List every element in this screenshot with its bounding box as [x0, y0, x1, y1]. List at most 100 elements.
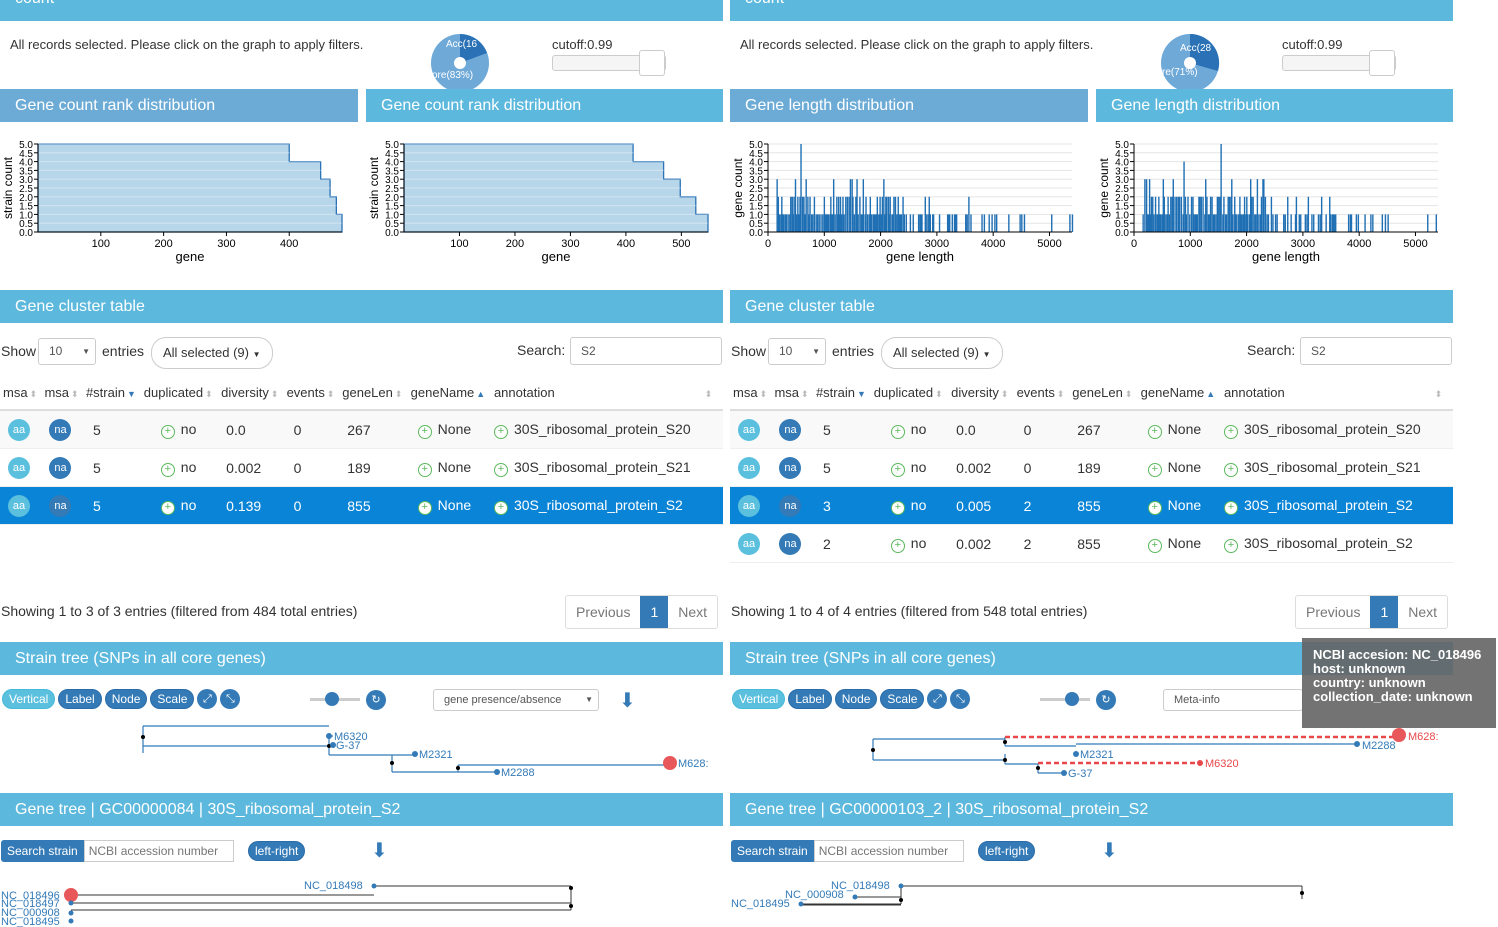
histogram-bar[interactable] — [1177, 196, 1180, 232]
histogram-bar[interactable] — [1220, 144, 1222, 232]
download-icon[interactable]: ⬇ — [1101, 838, 1118, 863]
zoom-handle[interactable] — [325, 692, 339, 706]
histogram-bar[interactable] — [1256, 179, 1259, 232]
histogram-bar[interactable] — [1295, 196, 1298, 232]
refresh-icon[interactable]: ↻ — [366, 690, 386, 710]
histogram-bar[interactable] — [1021, 214, 1023, 232]
node-button[interactable]: Node — [104, 689, 148, 709]
col-msa-na[interactable]: msa ⬍ — [41, 375, 83, 411]
expand-icon[interactable]: ⤢ — [927, 689, 948, 709]
histogram-bar[interactable] — [785, 214, 788, 232]
pie-chart[interactable]: Acc(16 ore(83%) — [430, 33, 490, 93]
histogram-bar[interactable] — [921, 214, 923, 232]
histogram-bar[interactable] — [938, 214, 941, 232]
previous-button[interactable]: Previous — [566, 596, 640, 628]
aa-msa-button[interactable]: aa — [8, 494, 30, 517]
cutoff-handle[interactable] — [1369, 50, 1395, 76]
plus-icon[interactable]: + — [1223, 500, 1238, 515]
table-row[interactable]: aa na 5 + no 0.002 0 189 + None +30S_ribosomal_pro… — [730, 448, 1453, 487]
previous-button[interactable]: Previous — [1296, 596, 1370, 628]
histogram-bar[interactable] — [1252, 196, 1254, 232]
histogram-bar[interactable] — [968, 196, 970, 232]
table-search-input[interactable] — [1300, 337, 1452, 365]
histogram-bar[interactable] — [909, 214, 912, 232]
histogram-bar[interactable] — [1152, 196, 1154, 232]
histogram-bar[interactable] — [846, 196, 849, 232]
histogram-bar[interactable] — [812, 214, 814, 232]
scale-button[interactable]: Scale — [150, 689, 195, 709]
histogram-bar[interactable] — [876, 196, 879, 232]
na-msa-button[interactable]: na — [779, 494, 802, 517]
na-msa-button[interactable]: na — [779, 418, 802, 441]
plus-icon[interactable]: + — [160, 462, 175, 477]
histogram-bar[interactable] — [1240, 214, 1242, 232]
histogram-bar[interactable] — [1183, 161, 1185, 232]
col-annotation[interactable]: annotation ⬍ — [490, 375, 723, 411]
table-row[interactable]: aa na 5 + no 0.0 0 267 + None +30S_ribosomal_prote… — [730, 410, 1453, 449]
col-diversity[interactable]: diversity ⬍ — [218, 375, 284, 411]
plus-icon[interactable]: + — [1147, 462, 1162, 477]
histogram-bar[interactable] — [1357, 214, 1360, 232]
na-msa-button[interactable]: na — [779, 456, 802, 479]
plus-icon[interactable]: + — [493, 424, 508, 439]
histogram-bar[interactable] — [1274, 214, 1277, 232]
aa-msa-button[interactable]: aa — [738, 418, 760, 441]
metadata-select[interactable]: gene presence/absence ▼ — [433, 689, 599, 711]
histogram-bar[interactable] — [1019, 214, 1021, 232]
download-icon[interactable]: ⬇ — [371, 838, 388, 863]
histogram-bar[interactable] — [1266, 214, 1268, 232]
tree-node[interactable] — [326, 733, 332, 739]
histogram-bar[interactable] — [815, 214, 817, 232]
pie-chart[interactable]: Acc(28 re(71%) — [1160, 33, 1220, 93]
label-button[interactable]: Label — [58, 689, 102, 709]
histogram-bar[interactable] — [1267, 214, 1270, 232]
gene-label[interactable]: NC_018495 — [731, 898, 790, 910]
ncbi-accession-input[interactable] — [813, 840, 964, 862]
histogram-bar[interactable] — [1236, 214, 1238, 232]
histogram-bar[interactable] — [920, 214, 922, 232]
strain-label[interactable]: M2321 — [419, 749, 453, 761]
gene-label[interactable]: NC_018495 — [1, 916, 60, 927]
histogram-bar[interactable] — [981, 214, 983, 232]
histogram-bar[interactable] — [807, 196, 809, 232]
histogram-bar[interactable] — [1209, 196, 1212, 232]
col-events[interactable]: events ⬍ — [283, 375, 340, 411]
histogram-bar[interactable] — [1307, 196, 1310, 232]
histogram-bar[interactable] — [1287, 196, 1289, 232]
histogram-bar[interactable] — [1247, 214, 1249, 232]
histogram-bar[interactable] — [1306, 214, 1308, 232]
col-duplicated[interactable]: duplicated ⬍ — [140, 375, 219, 411]
page-1-button[interactable]: 1 — [640, 596, 669, 628]
table-search-input[interactable] — [570, 337, 722, 365]
histogram-bar[interactable] — [1272, 214, 1274, 232]
histogram-bar[interactable] — [1228, 196, 1231, 232]
col-events[interactable]: events ⬍ — [1013, 375, 1070, 411]
plus-icon[interactable]: + — [493, 500, 508, 515]
gene-length-chart-1[interactable]: 0.00.51.01.52.02.53.03.54.04.55.00 1000 20… — [730, 128, 1088, 268]
strain-label[interactable]: G-37 — [336, 740, 360, 752]
histogram-bar[interactable] — [859, 196, 861, 232]
histogram-bar[interactable] — [1189, 214, 1191, 232]
ncbi-accession-input[interactable] — [83, 840, 234, 862]
histogram-bar[interactable] — [1254, 214, 1256, 232]
histogram-bar[interactable] — [1168, 214, 1171, 232]
histogram-bar[interactable] — [873, 214, 875, 232]
cutoff-slider[interactable] — [552, 50, 666, 76]
histogram-bar[interactable] — [889, 196, 891, 232]
plus-icon[interactable]: + — [890, 538, 905, 553]
col-msa-aa[interactable]: msa ⬍ — [0, 375, 42, 411]
histogram-bar[interactable] — [1142, 214, 1144, 232]
histogram-bar[interactable] — [820, 214, 822, 232]
histogram-bar[interactable] — [1215, 214, 1217, 232]
histogram-bar[interactable] — [1193, 214, 1195, 232]
histogram-bar[interactable] — [1199, 196, 1201, 232]
histogram-bar[interactable] — [805, 179, 807, 232]
plus-icon[interactable]: + — [890, 462, 905, 477]
strain-label[interactable]: M628: — [678, 758, 709, 770]
table-row[interactable]: aa na 3 + no 0.005 2 855 + None +30S_ribosomal_pro… — [730, 486, 1453, 525]
col-genename[interactable]: geneName ▲ — [407, 375, 491, 411]
refresh-icon[interactable]: ↻ — [1096, 690, 1116, 710]
table-row[interactable]: aa na 5 + no 0.139 0 855 + None +30S_ribosomal_pro… — [0, 486, 723, 525]
histogram-bar[interactable] — [1180, 196, 1183, 232]
histogram-bar[interactable] — [1211, 196, 1213, 232]
